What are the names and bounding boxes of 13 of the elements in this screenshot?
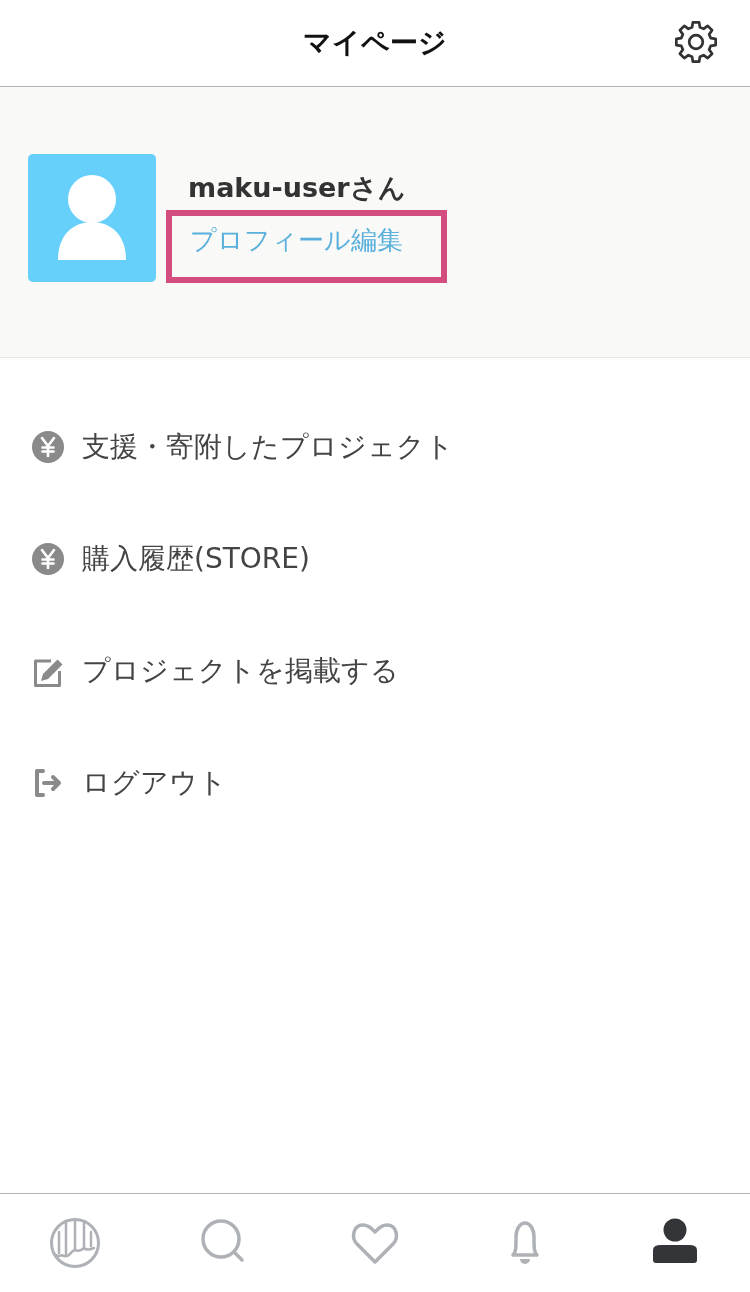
menu-item[interactable]: ログアウト: [32, 762, 227, 804]
menu-item[interactable]: 支援・寄附したプロジェクト: [32, 426, 454, 468]
page-title: マイページ: [303, 25, 447, 61]
settings-icon: [674, 20, 718, 64]
menu-item[interactable]: プロジェクトを掲載する: [32, 650, 399, 692]
yen-coin-icon: [32, 543, 64, 575]
avatar-icon: [28, 154, 156, 282]
yen-coin-icon: [32, 431, 64, 463]
menu-item[interactable]: 購入履歴(STORE): [32, 538, 310, 580]
logout-icon: [32, 767, 64, 799]
settings-button[interactable]: [674, 20, 718, 64]
round-logo-icon: [49, 1217, 101, 1269]
user-name: maku-userさん: [188, 172, 407, 204]
